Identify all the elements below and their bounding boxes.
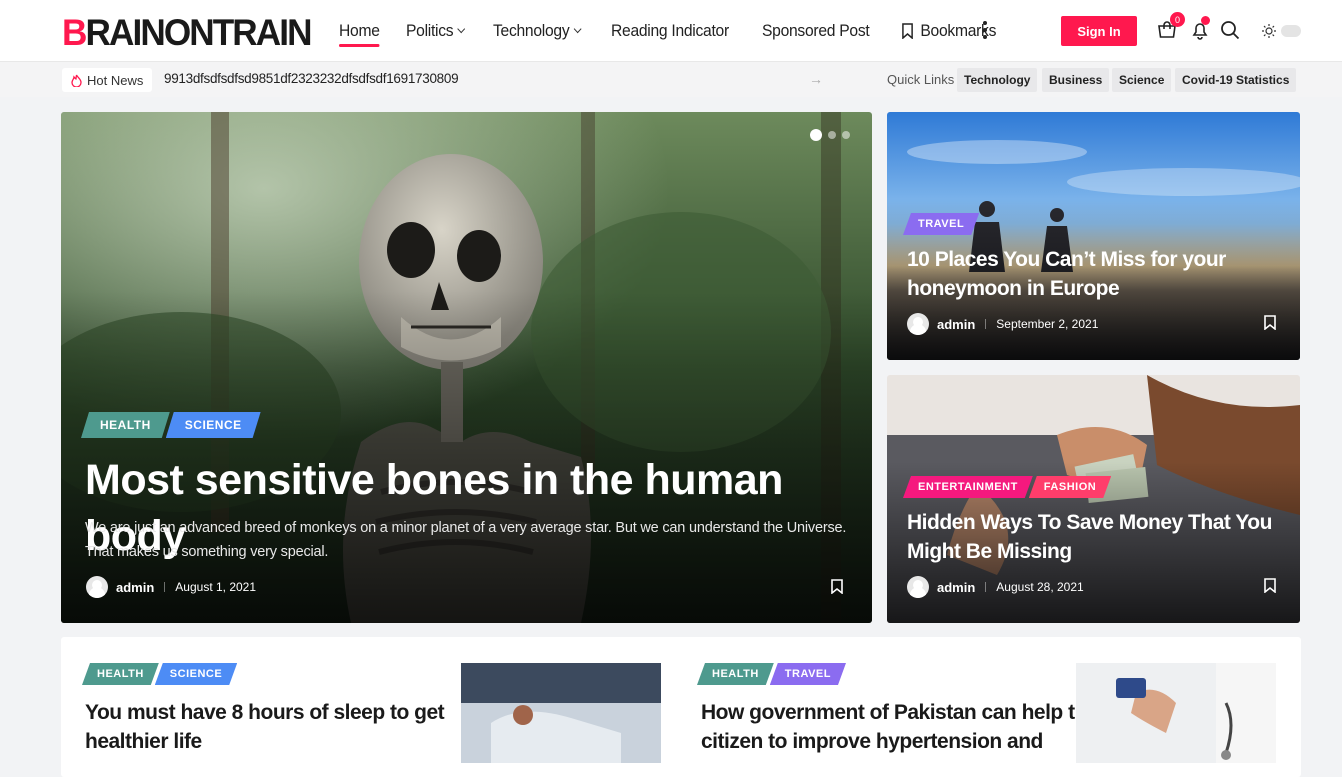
quick-link-technology[interactable]: Technology xyxy=(957,68,1038,92)
side-post-meta: admin August 28, 2021 xyxy=(907,576,1084,598)
tag-health[interactable]: HEALTH xyxy=(697,663,774,685)
bookmark-icon[interactable] xyxy=(1264,578,1276,593)
site-header: BRAINONTRAIN Home Politics Technology Re… xyxy=(0,0,1342,61)
sign-in-button[interactable]: Sign In xyxy=(1061,16,1137,46)
post-date: September 2, 2021 xyxy=(996,317,1099,331)
slider-dots xyxy=(810,129,850,141)
arrow-right-icon[interactable]: → xyxy=(809,71,823,87)
hero-post-excerpt: We are just an advanced breed of monkeys… xyxy=(85,520,847,560)
side-post-card[interactable]: TRAVEL 10 Places You Can’t Miss for your… xyxy=(887,112,1300,360)
side-post-meta: admin September 2, 2021 xyxy=(907,313,1098,335)
news-ticker-item[interactable]: 9913dfsdfsdfsd9851df2323232dfsdfsdf16917… xyxy=(164,71,459,86)
avatar[interactable] xyxy=(907,313,929,335)
side-post-title[interactable]: Hidden Ways To Save Money That You Might… xyxy=(907,508,1272,566)
tag-science[interactable]: SCIENCE xyxy=(166,412,261,438)
search-icon[interactable] xyxy=(1220,20,1240,40)
hero-post-meta: admin August 1, 2021 xyxy=(86,576,256,598)
side-post-card[interactable]: ENTERTAINMENT FASHION Hidden Ways To Sav… xyxy=(887,375,1300,623)
tag-science[interactable]: SCIENCE xyxy=(155,663,237,685)
nav-sponsored-post[interactable]: Sponsored Post xyxy=(762,21,870,41)
post-list-panel: HEALTH SCIENCE You must have 8 hours of … xyxy=(61,637,1301,777)
more-menu-icon[interactable] xyxy=(980,21,990,41)
tag-entertainment[interactable]: ENTERTAINMENT xyxy=(903,476,1033,498)
avatar[interactable] xyxy=(86,576,108,598)
slider-dot-active[interactable] xyxy=(810,129,822,141)
nav-home[interactable]: Home xyxy=(339,21,380,47)
cart-count-badge: 0 xyxy=(1170,12,1185,27)
author-name[interactable]: admin xyxy=(116,580,154,595)
tag-travel[interactable]: TRAVEL xyxy=(903,213,979,235)
chevron-down-icon xyxy=(573,24,582,34)
chevron-down-icon xyxy=(457,24,466,34)
flame-icon xyxy=(71,74,82,87)
hero-post-card[interactable]: HEALTH SCIENCE Most sensitive bones in t… xyxy=(61,112,872,623)
side-post-title[interactable]: 10 Places You Can’t Miss for your honeym… xyxy=(907,245,1226,303)
slider-dot[interactable] xyxy=(842,131,850,139)
hot-news-label: Hot News xyxy=(62,68,153,92)
avatar[interactable] xyxy=(907,576,929,598)
sun-icon xyxy=(1262,24,1276,38)
post-date: August 1, 2021 xyxy=(175,580,257,594)
author-name[interactable]: admin xyxy=(937,580,975,595)
list-post-title[interactable]: How government of Pakistan can help the … xyxy=(701,698,1099,756)
tag-health[interactable]: HEALTH xyxy=(82,663,159,685)
tag-travel[interactable]: TRAVEL xyxy=(770,663,846,685)
notification-dot xyxy=(1201,16,1210,25)
list-post-thumbnail[interactable] xyxy=(1076,663,1276,763)
bookmark-icon[interactable] xyxy=(1264,315,1276,330)
news-subbar: Hot News 9913dfsdfsdfsd9851df2323232dfsd… xyxy=(0,61,1342,97)
quick-link-covid[interactable]: Covid-19 Statistics xyxy=(1175,68,1297,92)
dark-mode-toggle[interactable] xyxy=(1262,24,1301,38)
nav-politics[interactable]: Politics xyxy=(406,21,466,41)
main-nav: Home Politics Technology Reading Indicat… xyxy=(339,0,1027,61)
nav-reading-indicator[interactable]: Reading Indicator xyxy=(611,21,729,41)
quick-links-label: Quick Links xyxy=(887,72,955,87)
quick-link-business[interactable]: Business xyxy=(1042,68,1110,92)
nav-technology[interactable]: Technology xyxy=(493,21,582,41)
list-post-thumbnail[interactable] xyxy=(461,663,661,763)
site-logo[interactable]: BRAINONTRAIN xyxy=(62,12,313,54)
author-name[interactable]: admin xyxy=(937,317,975,332)
slider-dot[interactable] xyxy=(828,131,836,139)
post-date: August 28, 2021 xyxy=(996,580,1084,594)
quick-link-science[interactable]: Science xyxy=(1112,68,1172,92)
tag-fashion[interactable]: FASHION xyxy=(1029,476,1111,498)
bookmark-icon[interactable] xyxy=(831,579,843,594)
list-post-title[interactable]: You must have 8 hours of sleep to get he… xyxy=(85,698,445,756)
bookmark-icon xyxy=(901,22,913,39)
tag-health[interactable]: HEALTH xyxy=(81,412,170,438)
